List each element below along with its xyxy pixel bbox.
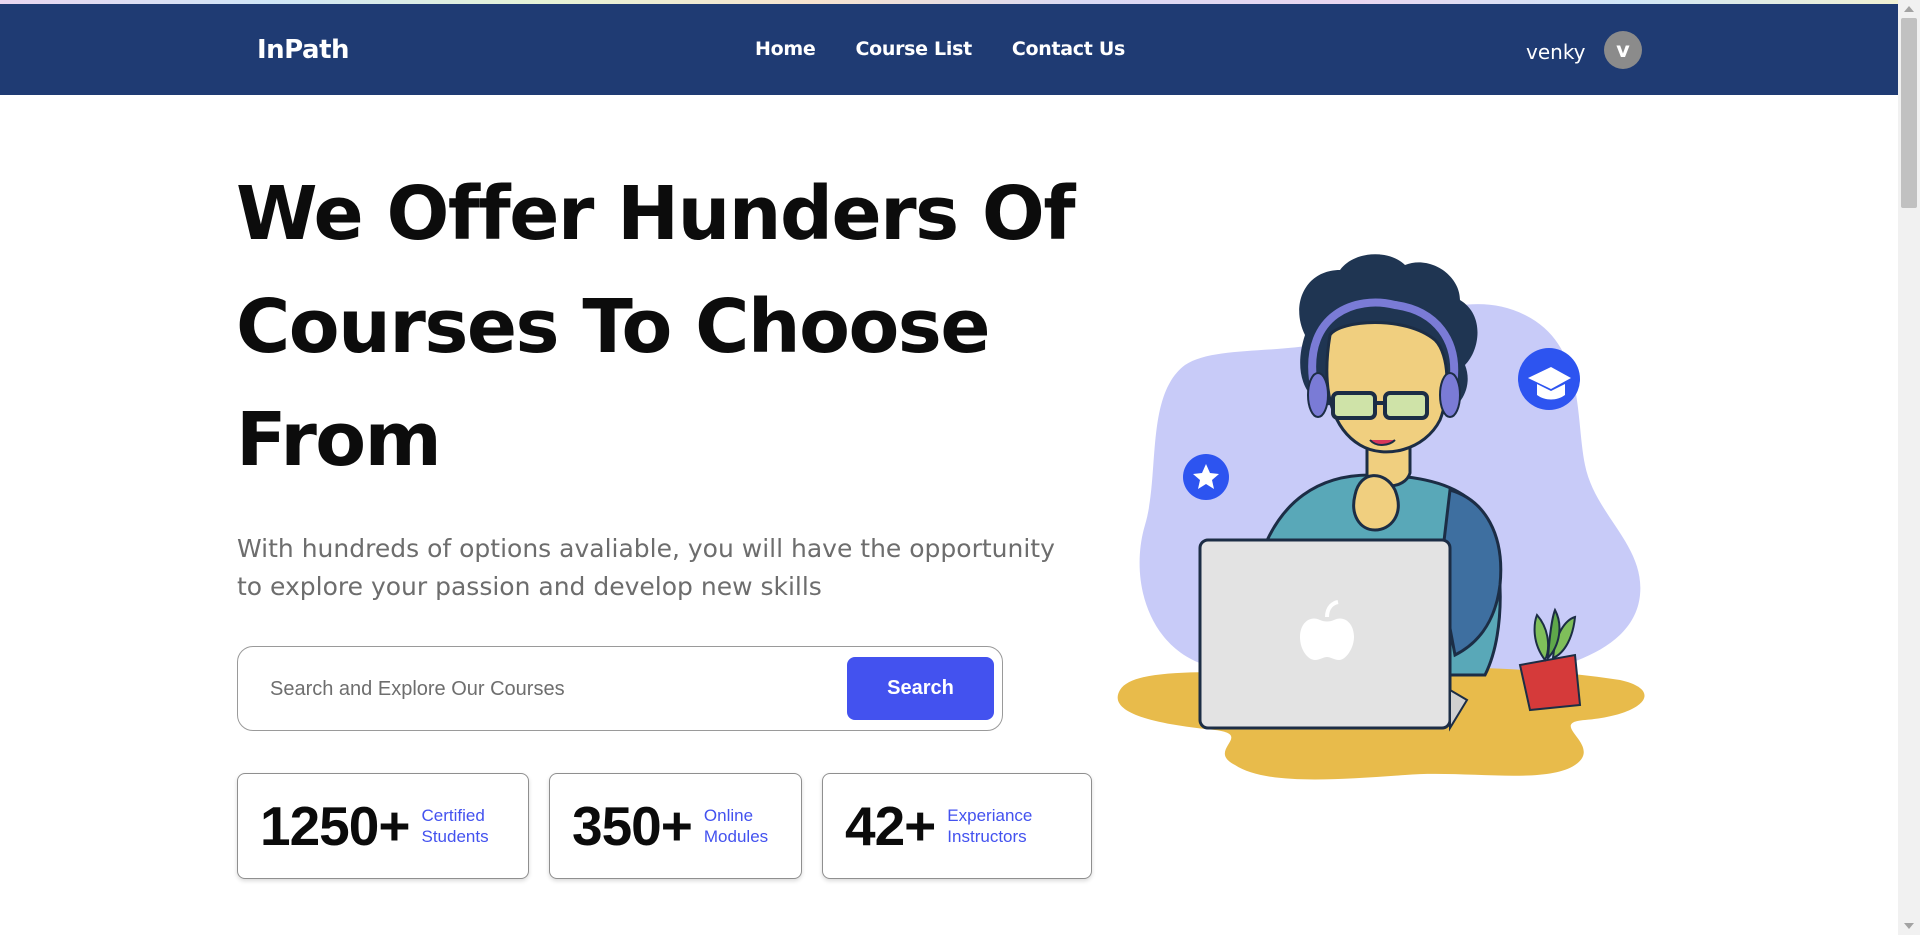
nav-link-course-list[interactable]: Course List bbox=[855, 38, 972, 60]
hero-title-line-1: We Offer Hunders Of bbox=[236, 171, 1076, 257]
person-face bbox=[1325, 321, 1449, 454]
nav-link-contact-us[interactable]: Contact Us bbox=[1012, 38, 1125, 60]
stat-label-line-1: Certified bbox=[421, 806, 485, 825]
hero-title: We Offer Hunders Of Courses To Choose Fr… bbox=[236, 158, 1136, 497]
stat-number: 350+ bbox=[572, 795, 693, 857]
stat-label: Certified Students bbox=[421, 805, 488, 847]
user-name[interactable]: venky bbox=[1526, 40, 1586, 64]
stat-card-students: 1250+ Certified Students bbox=[237, 773, 529, 879]
stat-label: Online Modules bbox=[704, 805, 768, 847]
stat-card-modules: 350+ Online Modules bbox=[549, 773, 802, 879]
hero-illustration bbox=[1117, 254, 1645, 780]
stat-label-line-2: Instructors bbox=[947, 827, 1027, 846]
hero-title-line-3: From bbox=[236, 397, 442, 483]
stat-number: 1250+ bbox=[260, 795, 410, 857]
graduation-cap-icon bbox=[1518, 348, 1580, 410]
stat-label-line-1: Online bbox=[703, 806, 754, 825]
scroll-thumb[interactable] bbox=[1901, 18, 1917, 208]
stat-label-line-1: Experiance bbox=[947, 806, 1033, 825]
avatar[interactable]: v bbox=[1604, 31, 1642, 69]
star-icon bbox=[1183, 454, 1229, 500]
hero-subtitle: With hundreds of options avaliable, you … bbox=[237, 534, 1055, 601]
stat-number: 42+ bbox=[845, 795, 936, 857]
search-input[interactable] bbox=[268, 669, 812, 709]
hero-title-line-2: Courses To Choose bbox=[236, 284, 991, 370]
stat-label-line-2: Students bbox=[421, 827, 489, 846]
stat-card-instructors: 42+ Experiance Instructors bbox=[822, 773, 1092, 879]
scroll-up-arrow-icon[interactable] bbox=[1904, 6, 1914, 12]
scroll-down-arrow-icon[interactable] bbox=[1904, 923, 1914, 929]
nav-links: Home Course List Contact Us bbox=[755, 38, 1165, 60]
scrollbar[interactable] bbox=[1898, 0, 1920, 935]
nav-link-home[interactable]: Home bbox=[755, 38, 816, 60]
brand-logo[interactable]: InPath bbox=[257, 35, 350, 65]
search-box: Search bbox=[237, 646, 1003, 731]
stat-label: Experiance Instructors bbox=[947, 805, 1032, 847]
search-button[interactable]: Search bbox=[847, 657, 994, 720]
navbar: InPath Home Course List Contact Us venky… bbox=[0, 4, 1898, 95]
stat-label-line-2: Modules bbox=[703, 827, 769, 846]
